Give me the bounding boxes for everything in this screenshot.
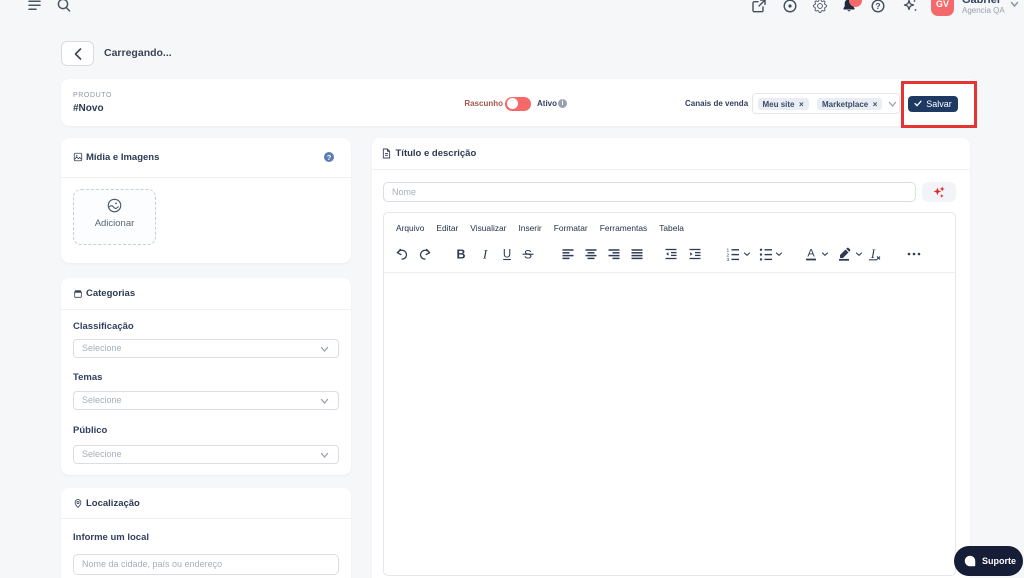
svg-text:3: 3 — [726, 257, 729, 262]
svg-text:U: U — [503, 248, 511, 260]
svg-text:I: I — [870, 247, 876, 261]
svg-text:?: ? — [875, 1, 880, 11]
svg-text:B: B — [456, 247, 465, 261]
svg-text:I: I — [481, 246, 487, 261]
svg-text:A: A — [807, 247, 815, 259]
